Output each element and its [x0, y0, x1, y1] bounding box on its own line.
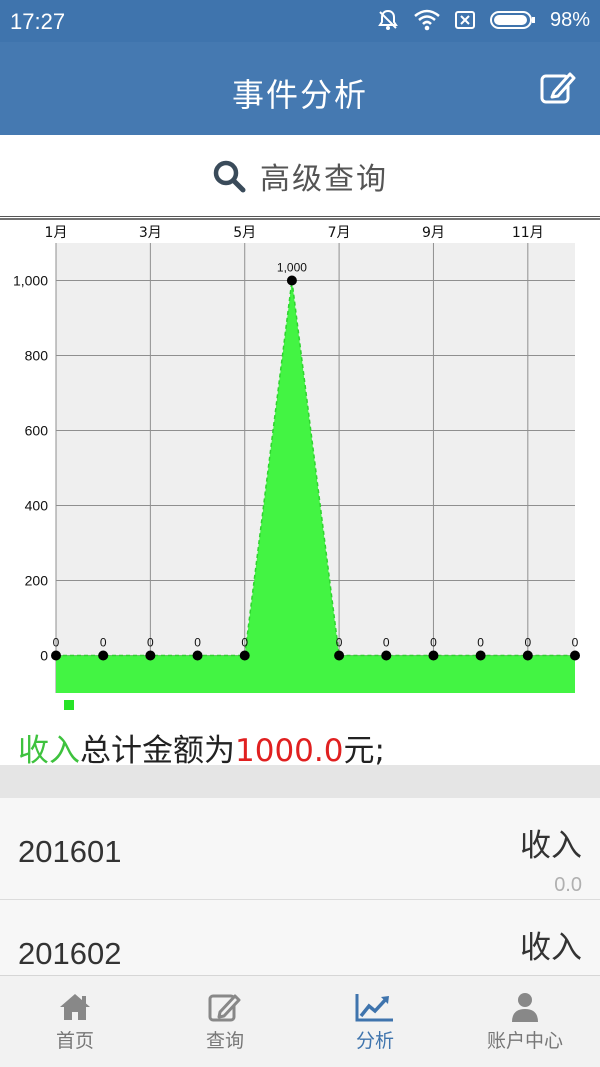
data-label: 0 — [147, 636, 154, 650]
y-tick-label: 800 — [25, 348, 49, 364]
status-icons: 98% — [376, 8, 590, 32]
data-point — [145, 650, 156, 661]
income-chart: 1月 3月 5月 7月 9月 11月 0 200 400 600 800 1,000 0 0 0 0 0 1,… — [0, 218, 600, 718]
edit-button[interactable] — [538, 68, 578, 108]
battery-percent: 98% — [549, 8, 590, 31]
wifi-icon — [414, 9, 440, 31]
data-label: 0 — [241, 636, 248, 650]
data-label: 0 — [53, 636, 60, 650]
page-title: 事件分析 — [231, 76, 368, 114]
data-label: 0 — [336, 636, 343, 650]
data-point — [286, 275, 297, 286]
data-point — [192, 650, 203, 661]
data-label: 0 — [477, 636, 484, 650]
battery-icon — [489, 11, 535, 29]
record-date: 201601 — [18, 834, 122, 869]
home-icon — [60, 994, 90, 1020]
edit-icon — [540, 72, 576, 104]
data-label: 1,000 — [277, 261, 307, 275]
y-tick-label: 1,000 — [13, 273, 48, 289]
bottom-nav: 首页 查询 分析 账户中心 — [0, 975, 600, 1067]
record-value: 0.0 — [554, 874, 582, 896]
data-label: 0 — [194, 636, 201, 650]
user-icon — [512, 993, 538, 1022]
list-item[interactable]: 201602 收入 — [0, 900, 600, 975]
y-tick-label: 200 — [25, 573, 49, 589]
y-tick-label: 600 — [25, 423, 49, 439]
app-bar: 事件分析 — [0, 42, 600, 135]
nav-account-label: 账户中心 — [486, 1030, 563, 1052]
data-label: 0 — [100, 636, 107, 650]
sim-off-icon — [454, 11, 475, 29]
status-bar: 17:27 98% — [0, 0, 600, 42]
data-label: 0 — [383, 636, 390, 650]
data-label: 0 — [524, 636, 531, 650]
summary-suffix: 元; — [343, 733, 385, 769]
data-point — [51, 650, 61, 661]
x-tick-label: 3月 — [139, 225, 162, 241]
x-tick-label: 1月 — [45, 225, 68, 241]
data-point — [239, 650, 250, 661]
edit-icon — [208, 994, 241, 1022]
y-tick-label: 400 — [25, 498, 49, 514]
summary-text: 总计金额为 — [80, 733, 235, 769]
status-time: 17:27 — [10, 9, 66, 34]
trend-chart-icon — [355, 994, 393, 1022]
list-item[interactable]: 201601 收入 0.0 — [0, 798, 600, 900]
data-point — [475, 650, 486, 661]
search-icon — [213, 160, 246, 192]
data-point — [428, 650, 439, 661]
data-label: 0 — [430, 636, 437, 650]
total-summary: 收入总计金额为1000.0元; — [18, 725, 385, 770]
nav-home[interactable]: 首页 — [0, 976, 150, 1067]
data-point — [98, 650, 109, 661]
summary-income-label: 收入 — [18, 733, 80, 769]
nav-analysis-label: 分析 — [355, 1030, 394, 1052]
y-tick-label: 0 — [40, 648, 48, 664]
nav-query[interactable]: 查询 — [150, 976, 300, 1067]
summary-amount: 1000.0 — [235, 733, 344, 769]
area-chart: 1月 3月 5月 7月 9月 11月 02004006008001,000 0 0 0 0 01,… — [0, 218, 600, 710]
record-date: 201602 — [18, 936, 122, 971]
data-point — [381, 650, 392, 661]
record-type: 收入 — [520, 828, 582, 864]
nav-account[interactable]: 账户中心 — [450, 976, 600, 1067]
advanced-search-label: 高级查询 — [260, 161, 388, 197]
nav-analysis[interactable]: 分析 — [300, 976, 450, 1067]
data-point — [334, 650, 345, 661]
data-label: 0 — [572, 636, 579, 650]
data-point — [522, 650, 533, 661]
data-point — [570, 650, 580, 661]
vibrate-off-icon — [378, 9, 398, 30]
advanced-search-button[interactable]: 高级查询 — [0, 135, 600, 217]
x-tick-label: 5月 — [233, 225, 256, 241]
x-tick-label: 7月 — [328, 225, 351, 241]
section-divider — [0, 765, 600, 798]
record-list: 201601 收入 0.0 201602 收入 — [0, 798, 600, 975]
nav-query-label: 查询 — [205, 1030, 244, 1052]
record-type: 收入 — [520, 930, 582, 966]
nav-home-label: 首页 — [55, 1030, 94, 1052]
x-tick-label: 11月 — [512, 225, 544, 241]
x-tick-label: 9月 — [422, 225, 445, 241]
legend-swatch — [64, 700, 74, 710]
